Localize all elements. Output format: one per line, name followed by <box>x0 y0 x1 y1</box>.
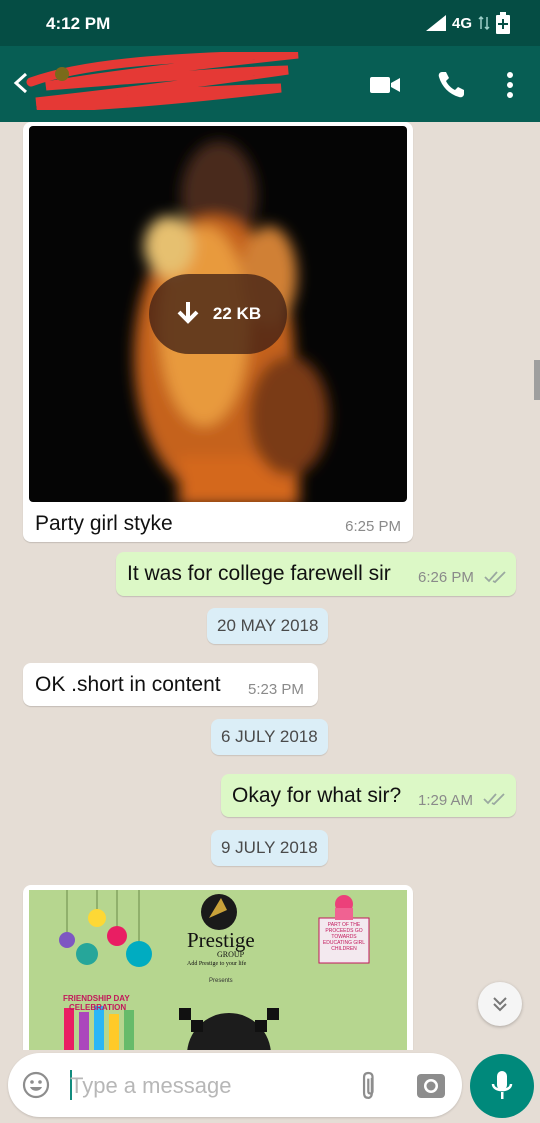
message-time: 6:25 PM <box>345 518 401 535</box>
camera-icon[interactable] <box>416 1071 446 1099</box>
more-options-icon[interactable] <box>493 68 527 102</box>
image-message[interactable]: 22 KB Party girl styke 6:25 PM <box>23 122 413 542</box>
image-caption: Party girl styke <box>35 512 173 535</box>
message-time: 1:29 AM <box>418 792 474 809</box>
decorations <box>59 890 370 1050</box>
status-time: 4:12 PM <box>46 14 111 33</box>
video-call-icon[interactable] <box>368 68 402 102</box>
message-time: 6:26 PM <box>418 569 474 586</box>
signal-icon <box>425 15 446 31</box>
message-list[interactable]: 22 KB Party girl styke 6:25 PM It was fo… <box>0 122 540 1050</box>
poster-presents: Presents <box>209 978 233 984</box>
status-bar: 4:12 PM 4G <box>0 0 540 46</box>
poster-brand-sub: GROUP <box>217 950 245 959</box>
message-composer[interactable]: Type a message <box>8 1053 462 1117</box>
redacted-contact-name[interactable] <box>26 52 306 110</box>
event-poster[interactable]: Prestige GROUP Add Prestige to your life… <box>29 890 407 1050</box>
attach-icon[interactable] <box>354 1070 384 1100</box>
scroll-to-bottom-button[interactable] <box>478 982 522 1026</box>
outgoing-message[interactable]: Okay for what sir? 1:29 AM <box>221 774 516 817</box>
voice-message-button[interactable] <box>470 1054 534 1118</box>
message-text: OK .short in content <box>35 673 221 696</box>
date-separator: 6 JULY 2018 <box>211 719 328 755</box>
poster-badge: PART OF THE PROCEEDS GO TOWARDS EDUCATIN… <box>322 922 366 952</box>
image-message[interactable]: Prestige GROUP Add Prestige to your life… <box>23 885 413 1050</box>
read-ticks-icon <box>484 571 506 584</box>
status-icons: 4G <box>425 12 510 34</box>
blurred-photo[interactable]: 22 KB <box>29 126 407 502</box>
message-time: 5:23 PM <box>248 681 304 698</box>
chat-header <box>0 46 540 122</box>
download-icon <box>177 302 199 324</box>
message-input[interactable]: Type a message <box>70 1073 231 1099</box>
message-text: It was for college farewell sir <box>127 562 391 585</box>
network-label: 4G <box>451 14 472 32</box>
poster-event-line1: FRIENDSHIP DAY <box>63 994 130 1003</box>
date-separator: 20 MAY 2018 <box>207 608 329 644</box>
message-text: Okay for what sir? <box>232 784 402 807</box>
emoji-icon[interactable] <box>22 1071 50 1099</box>
download-size: 22 KB <box>212 304 262 323</box>
voice-call-icon[interactable] <box>434 68 468 102</box>
read-ticks-icon <box>483 793 505 806</box>
scrollbar-thumb[interactable] <box>534 360 540 400</box>
outgoing-message[interactable]: It was for college farewell sir 6:26 PM <box>116 552 516 596</box>
poster-event-line2: CELEBRATION <box>69 1003 127 1012</box>
double-chevron-down-icon <box>493 997 507 1012</box>
poster-tagline: Add Prestige to your life <box>187 961 247 967</box>
battery-icon <box>496 12 510 34</box>
date-separator: 9 JULY 2018 <box>211 830 328 866</box>
data-arrows-icon <box>478 15 490 31</box>
incoming-message[interactable]: OK .short in content 5:23 PM <box>23 663 318 706</box>
microphone-icon <box>491 1071 513 1099</box>
download-button[interactable]: 22 KB <box>149 274 287 354</box>
